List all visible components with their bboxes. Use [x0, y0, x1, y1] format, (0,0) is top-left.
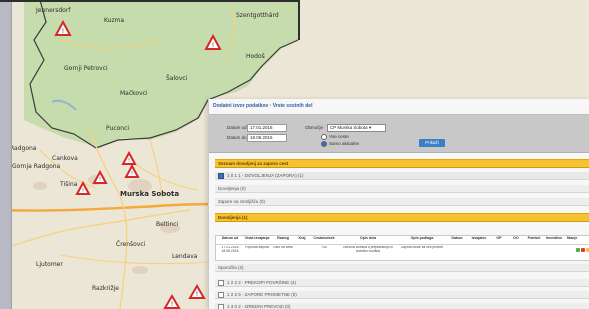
radio-dot [321, 141, 327, 147]
group-row[interactable]: 1 2 2 5 - ZAPORE PROMETNE (5) [215, 291, 589, 299]
table-cell [544, 246, 564, 259]
svg-text:!: ! [62, 28, 64, 35]
region-label: Območje [305, 125, 324, 130]
section-bar-permits[interactable]: Seznam dovoljenj za zaporo cest [215, 159, 589, 168]
radio-all-roads-label: Vse ceste [329, 134, 349, 140]
radio-active-only[interactable]: Samo aktualne [321, 141, 359, 147]
date-from-label: Datum od [227, 125, 247, 130]
left-sidebar [0, 0, 12, 309]
window-title: Dodatni izvor podatkov · Vrste cestnih d… [213, 103, 313, 109]
radio-active-only-label: Samo aktualne [329, 141, 360, 147]
table-cell: 793 [321, 246, 327, 249]
map-label: Kuzma [104, 17, 124, 24]
group-row[interactable]: 1 3 0 2 - IZREDNI PREVOZI (0) [215, 303, 589, 309]
group-row-label: 1 2 2 5 - ZAPORE PROMETNE (5) [227, 292, 297, 297]
map-label: Ljutomer [36, 261, 63, 268]
table-cell [295, 246, 309, 259]
checkbox[interactable] [218, 172, 224, 179]
table-cell [508, 246, 524, 259]
map-label: Cankova [52, 155, 78, 162]
table-cell [491, 246, 507, 259]
map-label-city: Murska Sobota [120, 190, 179, 198]
permits-table: Datum od Vrsta izvajanja Razlog Kraj Ces… [215, 235, 589, 261]
list-row[interactable]: Sporočila (2) [215, 264, 589, 272]
table-cell: 17.01.2016 18.06.2016 [221, 246, 239, 253]
map-label: Szentgotthárd [236, 12, 279, 19]
table-header: Izvajalec [471, 236, 487, 240]
region-select[interactable]: CP Murska Sobota ▾ [327, 124, 386, 132]
map-label: Šalovci [166, 75, 188, 82]
table-header: Datum [451, 236, 463, 240]
table-header: OP [496, 236, 502, 240]
map-label: Mačkovci [120, 90, 148, 97]
screenshot-stage: ! ! ! ! ! ! ! ! Jennersdorf Szentgotthár… [0, 0, 589, 309]
table-cell: Obnova vozišča s preplastitvijo in izved… [342, 246, 394, 253]
map-label: Beltinci [156, 221, 179, 228]
table-divider [216, 244, 589, 245]
table-header: Kraj [298, 236, 306, 240]
group-row[interactable]: 1 2 2 2 - PREKOPI POVRŠINE (4) [215, 279, 589, 287]
data-window: Dodatni izvor podatkov · Vrste cestnih d… [208, 99, 589, 309]
table-header: Opis dela [359, 236, 377, 240]
svg-text:!: ! [196, 291, 198, 298]
table-header: Potekel [527, 236, 541, 240]
apply-button[interactable]: Prikaži [419, 139, 445, 147]
table-header: Vrsta izvajanja [244, 236, 270, 240]
checkbox[interactable] [218, 279, 224, 286]
map-label: Tišina [59, 181, 78, 188]
filter-panel: Datum od 17.01.2016 Datum do 18.06.2016 … [209, 114, 589, 153]
table-cell [525, 246, 543, 259]
checkbox[interactable] [218, 291, 224, 298]
group-row-label: 1 0 1 1 - DOVOLJENJA (ZAPORA) (1) [227, 173, 304, 178]
table-cell [447, 246, 467, 259]
map-label: Radgona [10, 145, 37, 152]
map-frame-right [298, 0, 300, 40]
map-label: Puconci [106, 125, 129, 132]
group-row[interactable]: 1 0 1 1 - DOVOLJENJA (ZAPORA) (1) [215, 172, 589, 180]
list-row[interactable]: Dovoljenja (0) [215, 185, 589, 193]
table-header: DO [513, 236, 519, 240]
table-cell: Delo na cesti [273, 246, 293, 249]
checkbox[interactable] [218, 303, 224, 309]
date-to-input[interactable]: 18.06.2016 [247, 134, 287, 142]
date-to-label: Datum do [227, 135, 247, 140]
table-header: Cesta/odsek [313, 236, 335, 240]
edit-icon[interactable] [576, 248, 580, 252]
map-label: Lendava [172, 253, 198, 260]
svg-text:!: ! [131, 171, 133, 177]
map-label: Razkrižje [92, 285, 119, 292]
region-select-value: CP Murska Sobota [330, 125, 368, 130]
date-from-input[interactable]: 17.01.2016 [247, 124, 287, 132]
list-row[interactable]: Zapore na zemljišču (0) [215, 198, 589, 206]
table-cell [468, 246, 490, 259]
svg-text:!: ! [212, 42, 214, 49]
delete-icon[interactable] [581, 248, 585, 252]
table-header: Datum od [221, 236, 239, 240]
map-label: Jennersdorf [35, 7, 71, 14]
table-cell: Popolna zapora [245, 246, 269, 249]
table-cell: Zapora ceste za ves promet [400, 246, 444, 249]
map-label: Gornji Petrovci [64, 65, 108, 72]
map-label: Črenšovci [116, 241, 146, 248]
radio-all-roads[interactable]: Vse ceste [321, 134, 349, 140]
map-label: Gornja Radgona [12, 163, 61, 170]
table-header: Razlog [277, 236, 289, 240]
group-row-label: 1 3 0 2 - IZREDNI PREVOZI (0) [227, 304, 291, 309]
svg-text:!: ! [171, 301, 173, 308]
svg-text:!: ! [99, 177, 101, 183]
group-row-label: 1 2 2 2 - PREKOPI POVRŠINE (4) [227, 280, 297, 285]
section-bar-permits-list[interactable]: Dovoljenja (1) [215, 213, 589, 222]
top-frame [0, 0, 300, 2]
radio-dot [321, 134, 327, 140]
svg-text:!: ! [82, 188, 84, 194]
map-label: Hodoš [246, 53, 265, 60]
table-header: Opis podlaga [410, 236, 434, 240]
table-header: Stanje [566, 236, 578, 240]
table-header: Investitor [545, 236, 563, 240]
svg-text:!: ! [128, 158, 130, 164]
